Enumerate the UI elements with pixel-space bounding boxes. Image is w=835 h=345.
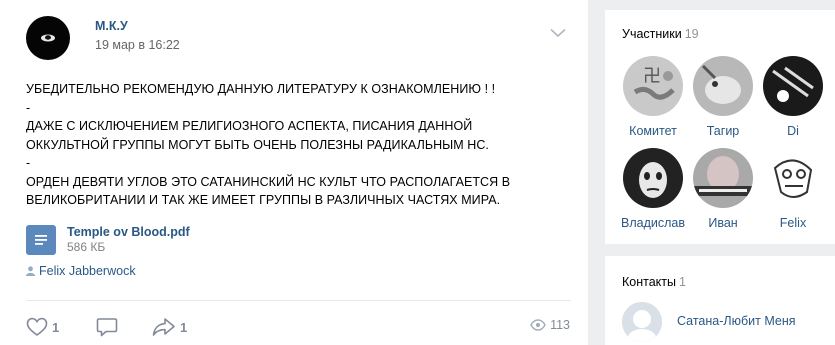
member-avatar xyxy=(763,56,823,116)
member-di[interactable]: Di xyxy=(758,56,828,138)
member-komitet[interactable]: 卍 Комитет xyxy=(618,56,688,138)
members-title-label: Участники xyxy=(622,27,682,41)
post-signer[interactable]: Felix Jabberwock xyxy=(26,264,136,278)
post-line: ВЕЛИКОБРИТАНИИ И ТАК ЖЕ ИМЕЕТ ГРУППЫ В Р… xyxy=(26,193,501,207)
member-name: Комитет xyxy=(629,124,677,138)
document-attachment: Temple ov Blood.pdf 586 КБ xyxy=(26,225,326,257)
like-count: 1 xyxy=(52,319,60,335)
post-line: ДАЖЕ С ИСКЛЮЧЕНИЕМ РЕЛИГИОЗНОГО АСПЕКТА,… xyxy=(26,119,473,133)
author-name[interactable]: М.К.У xyxy=(95,19,128,33)
author-avatar[interactable] xyxy=(26,16,70,60)
member-vladislav[interactable]: Владислав xyxy=(618,148,688,230)
member-name: Владислав xyxy=(621,216,685,230)
member-avatar xyxy=(693,56,753,116)
share-button[interactable]: 1 xyxy=(152,316,187,338)
share-icon xyxy=(152,318,175,336)
member-avatar: 卍 xyxy=(623,56,683,116)
wall-post: М.К.У 19 мар в 16:22 УБЕДИТЕЛЬНО РЕКОМЕН… xyxy=(0,0,588,345)
members-count: 19 xyxy=(684,27,699,41)
contacts-count: 1 xyxy=(679,275,686,289)
member-avatar xyxy=(693,148,753,208)
views-counter: 113 xyxy=(530,318,570,332)
comment-icon xyxy=(96,318,118,337)
eye-icon xyxy=(530,319,546,331)
signer-name: Felix Jabberwock xyxy=(39,264,136,278)
heart-icon xyxy=(26,317,48,336)
post-line: - xyxy=(26,156,31,170)
members-title[interactable]: Участники 19 xyxy=(622,27,699,41)
member-name: Felix xyxy=(779,216,807,230)
divider xyxy=(26,300,571,301)
member-felix[interactable]: Felix xyxy=(758,148,828,230)
post-line: УБЕДИТЕЛЬНО РЕКОМЕНДУЮ ДАННУЮ ЛИТЕРАТУРУ… xyxy=(26,82,496,96)
post-line: ОРДЕН ДЕВЯТИ УГЛОВ ЭТО САТАНИНСКИЙ НС КУ… xyxy=(26,174,511,189)
views-count: 113 xyxy=(550,318,570,332)
comment-button[interactable] xyxy=(96,316,118,338)
contact-avatar[interactable] xyxy=(622,302,662,342)
contact-name[interactable]: Сатана-Любит Меня xyxy=(677,314,796,328)
contacts-title-label: Контакты xyxy=(622,275,676,289)
member-ivan[interactable]: Иван xyxy=(688,148,758,230)
post-line: - xyxy=(26,100,31,115)
post-date[interactable]: 19 мар в 16:22 xyxy=(95,38,180,52)
chevron-down-icon[interactable] xyxy=(550,26,566,41)
post-line: ОККУЛЬТНОЙ ГРУППЫ МОГУТ БЫТЬ ОЧЕНЬ ПОЛЕЗ… xyxy=(26,137,489,152)
post-text: УБЕДИТЕЛЬНО РЕКОМЕНДУЮ ДАННУЮ ЛИТЕРАТУРУ… xyxy=(26,80,571,210)
member-name: Тагир xyxy=(706,124,740,138)
members-panel: Участники 19 卍 Комитет Тагир Di Владисла… xyxy=(605,10,835,244)
member-avatar xyxy=(763,148,823,208)
document-name[interactable]: Temple ov Blood.pdf xyxy=(67,225,190,239)
like-button[interactable]: 1 xyxy=(26,316,59,338)
member-tagir[interactable]: Тагир xyxy=(688,56,758,138)
member-name: Di xyxy=(787,124,799,138)
share-count: 1 xyxy=(180,319,188,335)
document-size: 586 КБ xyxy=(67,240,106,254)
svg-text:卍: 卍 xyxy=(643,66,661,87)
member-avatar xyxy=(623,148,683,208)
contacts-panel: Контакты 1 Сатана-Любит Меня xyxy=(605,256,835,345)
document-icon[interactable] xyxy=(26,225,56,255)
user-icon xyxy=(26,266,35,276)
contacts-title[interactable]: Контакты 1 xyxy=(622,275,686,289)
member-name: Иван xyxy=(708,216,738,230)
